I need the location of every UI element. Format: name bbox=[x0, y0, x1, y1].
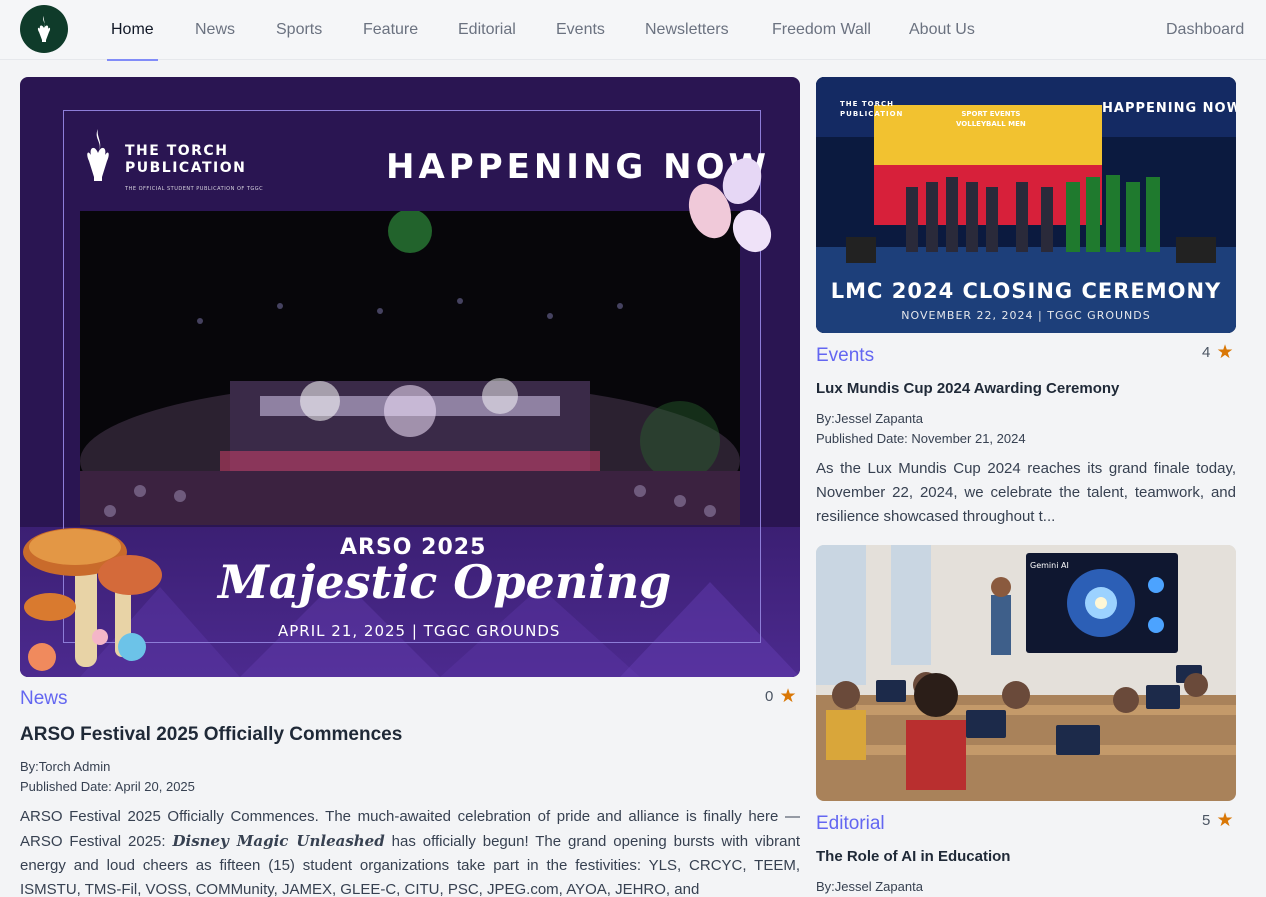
mushroom-decoration-icon bbox=[23, 528, 162, 671]
events-image-brand: THE TORCH PUBLICATION bbox=[840, 100, 904, 118]
stage-photo bbox=[80, 211, 740, 525]
nav-news[interactable]: News bbox=[195, 0, 235, 60]
events-image-banner: SPORT EVENTS VOLLEYBALL MEN bbox=[956, 110, 1026, 128]
star-icon: ★ bbox=[1216, 342, 1234, 363]
nav-sports[interactable]: Sports bbox=[276, 0, 322, 60]
events-image-subcaption: NOVEMBER 22, 2024 | TGGC GROUNDS bbox=[901, 309, 1151, 322]
featured-excerpt: ARSO Festival 2025 Officially Commences.… bbox=[20, 808, 800, 897]
nav-newsletters[interactable]: Newsletters bbox=[645, 0, 729, 60]
editorial-image-screen-label: Gemini AI bbox=[1030, 561, 1069, 570]
nav-events[interactable]: Events bbox=[556, 0, 605, 60]
events-author: By:Jessel Zapanta bbox=[816, 411, 923, 426]
events-category[interactable]: Events bbox=[816, 345, 874, 367]
torch-emblem-icon bbox=[87, 129, 109, 181]
featured-title[interactable]: ARSO Festival 2025 Officially Commences bbox=[20, 724, 402, 746]
hero-date-place: APRIL 21, 2025 | TGGC GROUNDS bbox=[278, 622, 561, 640]
torch-icon bbox=[37, 16, 51, 42]
featured-published-date: Published Date: April 20, 2025 bbox=[20, 779, 195, 794]
nav-freedom-wall[interactable]: Freedom Wall bbox=[772, 0, 871, 60]
events-published-date: Published Date: November 21, 2024 bbox=[816, 431, 1026, 446]
events-excerpt: As the Lux Mundis Cup 2024 reaches its g… bbox=[816, 460, 1236, 525]
events-title[interactable]: Lux Mundis Cup 2024 Awarding Ceremony bbox=[816, 380, 1119, 397]
events-image-caption: LMC 2024 CLOSING CEREMONY bbox=[830, 279, 1222, 303]
events-image-headline: HAPPENING NOW bbox=[1102, 101, 1236, 116]
featured-category[interactable]: News bbox=[20, 688, 68, 710]
events-rating: 4 ★ bbox=[1202, 342, 1234, 363]
editorial-title[interactable]: The Role of AI in Education bbox=[816, 848, 1010, 865]
hero-script-title: Majestic Opening bbox=[218, 555, 672, 609]
top-navbar: Home News Sports Feature Editorial Event… bbox=[0, 0, 1266, 61]
star-icon: ★ bbox=[1216, 810, 1234, 831]
nav-editorial[interactable]: Editorial bbox=[458, 0, 516, 60]
nav-feature[interactable]: Feature bbox=[363, 0, 418, 60]
hero-brand-text: THE TORCH PUBLICATION THE OFFICIAL STUDE… bbox=[125, 143, 264, 192]
nav-dashboard[interactable]: Dashboard bbox=[1166, 0, 1244, 60]
butterfly-icon bbox=[688, 157, 772, 253]
torch-logo[interactable] bbox=[20, 5, 68, 53]
nav-about-us[interactable]: About Us bbox=[909, 0, 975, 60]
nav-home[interactable]: Home bbox=[107, 0, 158, 61]
events-article-image[interactable]: THE TORCH PUBLICATION HAPPENING NOW SPORT… bbox=[816, 77, 1236, 333]
editorial-rating: 5 ★ bbox=[1202, 810, 1234, 831]
editorial-article-image[interactable]: Gemini AI bbox=[816, 545, 1236, 801]
editorial-category[interactable]: Editorial bbox=[816, 813, 885, 835]
featured-rating: 0 ★ bbox=[765, 686, 797, 707]
featured-article-image[interactable]: THE TORCH PUBLICATION THE OFFICIAL STUDE… bbox=[20, 77, 800, 677]
editorial-author: By:Jessel Zapanta bbox=[816, 879, 923, 894]
star-icon: ★ bbox=[779, 686, 797, 707]
featured-author: By:Torch Admin bbox=[20, 759, 111, 774]
